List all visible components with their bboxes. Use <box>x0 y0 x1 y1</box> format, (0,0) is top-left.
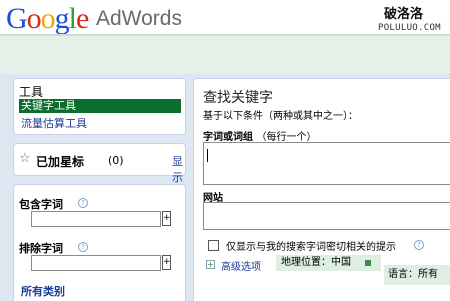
exclude-terms-label: 排除字词 <box>19 242 63 255</box>
product-name: AdWords <box>96 7 182 30</box>
include-terms-input[interactable] <box>31 211 161 227</box>
watermark-url: POLULUO.COM <box>378 23 441 33</box>
logo-letter: o <box>26 2 42 35</box>
location-filter[interactable]: 地理位置：中国 <box>276 255 381 271</box>
advanced-options-link[interactable]: 高级选项 <box>221 258 261 273</box>
expand-icon[interactable]: + <box>206 260 215 269</box>
website-input[interactable] <box>203 202 450 230</box>
starred-count: (0) <box>108 154 124 167</box>
closely-related-label: 仅显示与我的搜索字词密切相关的提示 <box>226 242 396 253</box>
help-icon[interactable]: ? <box>78 242 88 252</box>
tool-keyword-tool[interactable]: 关键字工具 <box>19 99 181 113</box>
tools-panel: 工具 关键字工具 流量估算工具 <box>13 78 186 135</box>
all-categories-link[interactable]: 所有类别 <box>21 283 65 299</box>
tools-title: 工具 <box>19 85 44 99</box>
find-keywords-panel: 查找关键字 基于以下条件（两种或其中之一）： 字词或词组 （每行一个） 网站 仅… <box>193 78 450 301</box>
language-filter[interactable]: 语言：所有 <box>384 265 450 285</box>
keyword-textarea[interactable] <box>203 142 450 185</box>
location-remove-icon[interactable] <box>365 260 371 266</box>
add-exclude-button[interactable]: + <box>162 255 171 270</box>
starred-label: 已加星标 <box>36 155 85 169</box>
google-logo: Google <box>6 2 89 36</box>
tool-traffic-estimator[interactable]: 流量估算工具 <box>21 115 87 131</box>
logo-letter: e <box>76 2 89 35</box>
text-caret <box>207 149 208 162</box>
filters-panel: 包含字词 ? + 排除字词 ? + 所有类别 <box>13 184 186 301</box>
star-icon: ☆ <box>19 151 31 166</box>
criteria-subtitle: 基于以下条件（两种或其中之一）： <box>203 111 358 122</box>
logo-letter: g <box>54 2 70 35</box>
help-icon[interactable]: ? <box>78 198 88 208</box>
keyword-label: 字词或词组 （每行一个） <box>203 128 316 143</box>
logo-letter: G <box>6 2 28 35</box>
exclude-terms-input[interactable] <box>31 255 161 271</box>
watermark: 破洛洛 <box>384 7 424 22</box>
logo-letter: o <box>40 2 56 35</box>
starred-panel: ☆ 已加星标 (0) 显示 <box>13 143 186 184</box>
logo-letter: l <box>68 2 77 35</box>
header-bar <box>0 34 450 74</box>
show-starred-link[interactable]: 显示 <box>172 153 185 185</box>
page-title: 查找关键字 <box>203 90 273 106</box>
help-icon[interactable]: ? <box>414 240 424 250</box>
location-filter-label: 地理位置：中国 <box>281 257 351 268</box>
closely-related-checkbox[interactable] <box>208 240 219 251</box>
add-include-button[interactable]: + <box>162 211 171 226</box>
include-terms-label: 包含字词 <box>19 198 63 211</box>
